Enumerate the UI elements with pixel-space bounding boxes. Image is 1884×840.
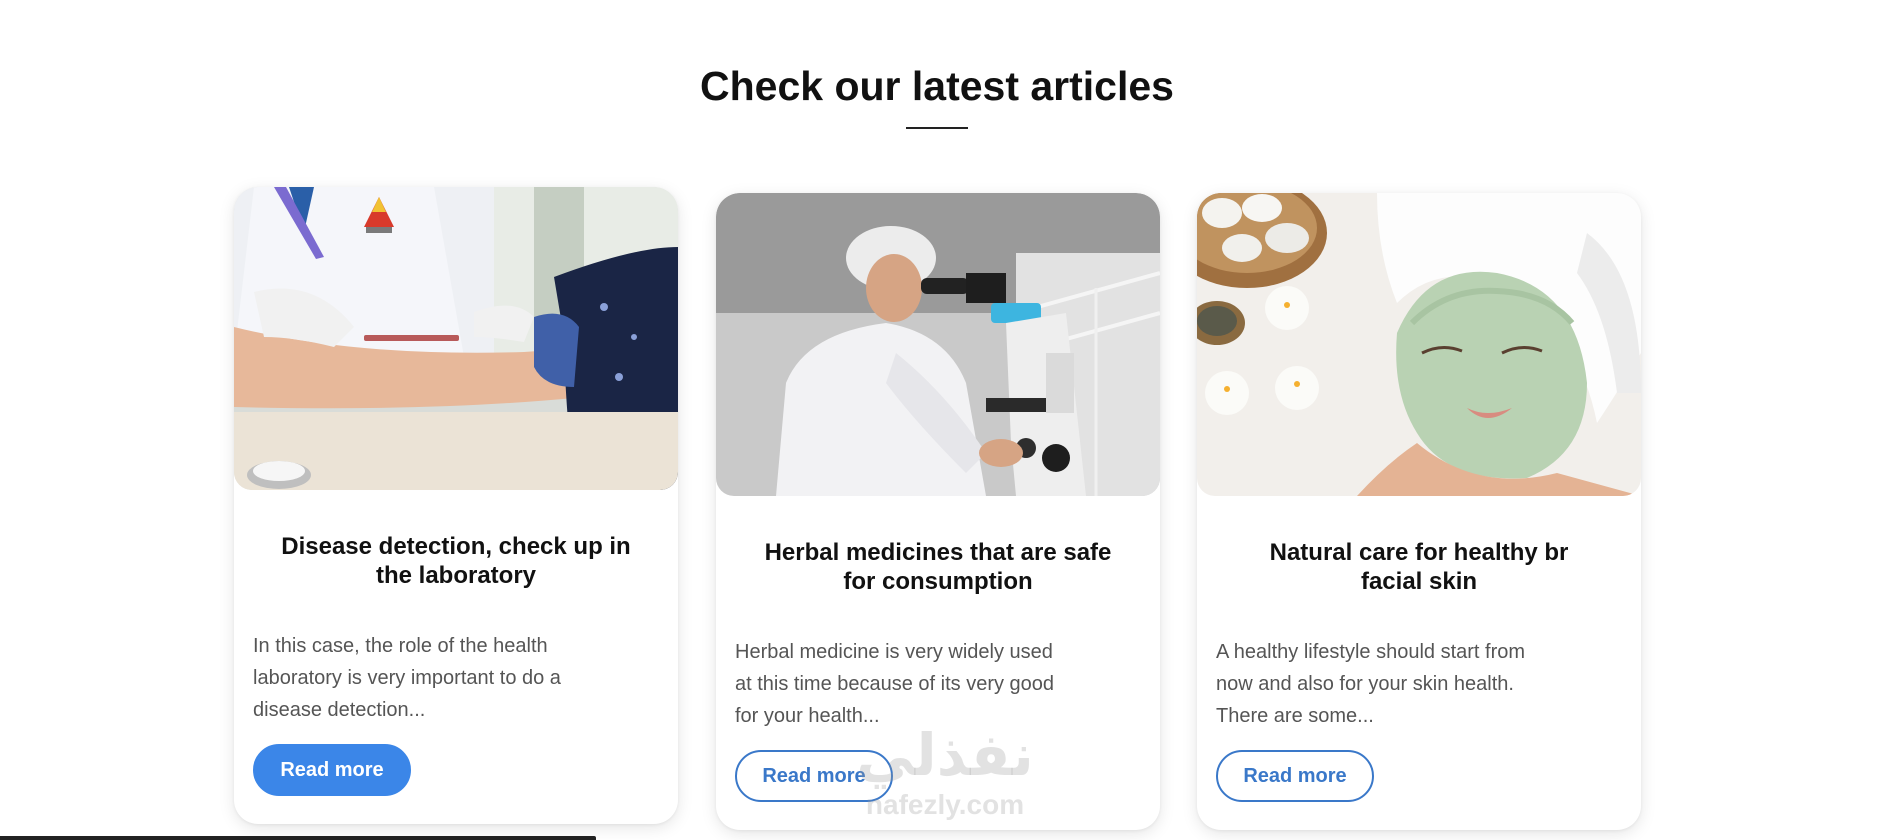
- article-title: Disease detection, check up in the labor…: [281, 533, 631, 589]
- article-excerpt: In this case, the role of the health lab…: [253, 635, 561, 721]
- facial-mask-spa-photo: [1197, 193, 1641, 496]
- article-image-herbal: [716, 193, 1160, 496]
- article-image-skincare: [1197, 193, 1641, 496]
- scientist-microscope-photo: [716, 193, 1160, 496]
- article-excerpt: Herbal medicine is very widely used at t…: [735, 641, 1055, 727]
- horizontal-scrollbar[interactable]: [0, 836, 596, 840]
- articles-page: Check our latest articles Disease detect…: [0, 0, 1884, 840]
- read-more-button[interactable]: Read more: [253, 744, 411, 796]
- article-title: Herbal medicines that are safe for consu…: [764, 539, 1112, 595]
- article-card-lab: Disease detection, check up in the labor…: [234, 187, 678, 824]
- article-card-skincare: Natural care for healthy br facial skin …: [1197, 193, 1641, 830]
- section-title: Check our latest articles: [700, 63, 1174, 109]
- read-more-button[interactable]: Read more: [735, 750, 893, 802]
- lab-blood-test-photo: [234, 187, 678, 490]
- article-card-herbal: Herbal medicines that are safe for consu…: [716, 193, 1160, 830]
- read-more-button[interactable]: Read more: [1216, 750, 1374, 802]
- article-title: Natural care for healthy br facial skin: [1269, 539, 1569, 595]
- article-image-lab: [234, 187, 678, 490]
- article-excerpt: A healthy lifestyle should start from no…: [1216, 641, 1526, 727]
- title-underline: [906, 127, 968, 129]
